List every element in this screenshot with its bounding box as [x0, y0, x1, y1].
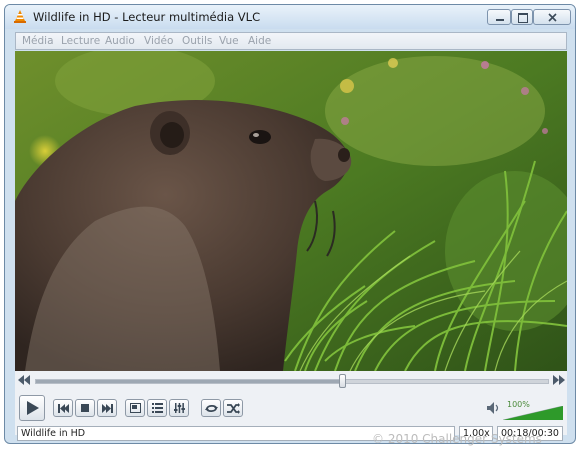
window-title: Wildlife in HD - Lecteur multimédia VLC	[33, 10, 261, 24]
fullscreen-icon	[130, 403, 141, 413]
minimize-icon	[496, 19, 504, 21]
menu-media[interactable]: Média	[22, 35, 54, 47]
volume-slider[interactable]	[503, 406, 563, 420]
status-title: Wildlife in HD	[21, 428, 86, 439]
close-icon	[548, 13, 557, 22]
controls-panel: 100% Wildlife in HD 1.00x 00:18/00:30	[15, 371, 567, 441]
title-bar[interactable]: Wildlife in HD - Lecteur multimédia VLC	[5, 5, 575, 29]
playlist-icon	[152, 403, 163, 413]
next-icon	[102, 404, 113, 413]
play-button[interactable]	[19, 395, 45, 421]
extended-settings-button[interactable]	[169, 399, 189, 417]
equalizer-icon	[174, 403, 185, 413]
play-icon	[27, 401, 39, 415]
fullscreen-button[interactable]	[125, 399, 145, 417]
maximize-button[interactable]	[511, 9, 533, 25]
fast-forward-icon[interactable]	[553, 375, 565, 385]
stop-icon	[81, 404, 89, 412]
loop-button[interactable]	[201, 399, 221, 417]
minimize-button[interactable]	[487, 9, 511, 25]
menu-audio[interactable]: Audio	[105, 35, 135, 47]
vlc-window: Wildlife in HD - Lecteur multimédia VLC …	[4, 4, 576, 444]
video-display[interactable]	[15, 51, 567, 371]
rewind-icon[interactable]	[18, 375, 30, 385]
menu-bar: Média Lecture Audio Vidéo Outils Vue Aid…	[15, 32, 567, 50]
seek-bar[interactable]	[35, 374, 549, 388]
speaker-icon[interactable]	[487, 402, 500, 414]
video-frame-marmot	[15, 51, 567, 371]
previous-icon	[58, 404, 69, 413]
random-button[interactable]	[223, 399, 243, 417]
playlist-button[interactable]	[147, 399, 167, 417]
menu-outils[interactable]: Outils	[182, 35, 212, 47]
menu-lecture[interactable]: Lecture	[61, 35, 100, 47]
close-button[interactable]	[533, 9, 571, 25]
previous-button[interactable]	[53, 399, 73, 417]
seek-progress	[36, 380, 343, 383]
menu-vue[interactable]: Vue	[219, 35, 239, 47]
restore-icon	[518, 13, 528, 23]
loop-icon	[205, 404, 218, 413]
seek-handle[interactable]	[339, 374, 346, 388]
next-button[interactable]	[97, 399, 117, 417]
vlc-cone-icon	[14, 10, 26, 23]
watermark-text: © 2010 Challenger Systems	[372, 432, 542, 446]
menu-aide[interactable]: Aide	[248, 35, 271, 47]
menu-video[interactable]: Vidéo	[144, 35, 173, 47]
shuffle-icon	[227, 403, 240, 414]
stop-button[interactable]	[75, 399, 95, 417]
